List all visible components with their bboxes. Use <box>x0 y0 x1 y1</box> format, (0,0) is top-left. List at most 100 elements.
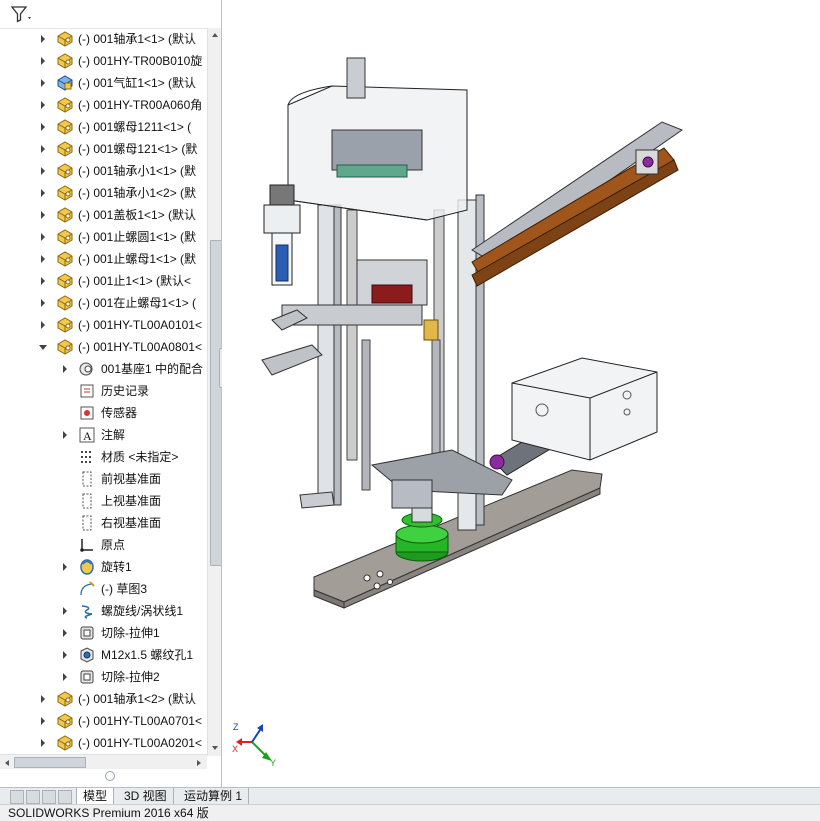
part-icon <box>56 96 74 114</box>
panel-grip-icon[interactable] <box>105 771 115 781</box>
tree-item-feature-6[interactable]: 前视基准面 <box>0 468 208 490</box>
part-icon <box>56 250 74 268</box>
tree-item-label: (-) 001HY-TL00A0101< <box>78 318 202 332</box>
expand-arrow-icon[interactable] <box>38 144 48 154</box>
prev-tab-icon[interactable] <box>26 790 40 804</box>
next-tab-icon[interactable] <box>42 790 56 804</box>
expand-arrow-icon[interactable] <box>38 298 48 308</box>
tree-item-component-2[interactable]: (-) 001HY-TR00B010旋 <box>0 50 208 72</box>
part-icon <box>56 140 74 158</box>
tree-item-component-8[interactable]: (-) 001轴承小1<2> (默 <box>0 182 208 204</box>
expand-arrow-icon[interactable] <box>38 78 48 88</box>
motor-box <box>511 357 658 461</box>
expand-arrow-icon[interactable] <box>38 210 48 220</box>
expand-arrow-icon[interactable] <box>60 562 70 572</box>
tree-item-label: (-) 001止螺圆1<1> (默 <box>78 230 197 244</box>
first-tab-icon[interactable] <box>10 790 24 804</box>
origin-icon <box>78 536 96 554</box>
tree-item-label: 上视基准面 <box>101 494 162 508</box>
scroll-right-arrow-icon[interactable] <box>194 757 204 767</box>
tree-item-component-5[interactable]: (-) 001螺母1211<1> ( <box>0 116 208 138</box>
tree-item-feature-13[interactable]: 切除-拉伸1 <box>0 622 208 644</box>
tree-item-feature-1[interactable]: 001基座1 中的配合 <box>0 358 208 380</box>
tree-item-feature-2[interactable]: 历史记录 <box>0 380 208 402</box>
expand-arrow-icon[interactable] <box>60 606 70 616</box>
status-text: SOLIDWORKS Premium 2016 x64 版 <box>8 806 209 820</box>
tree-item-feature-9[interactable]: 原点 <box>0 534 208 556</box>
tree-vertical-scrollbar[interactable] <box>207 28 221 756</box>
last-tab-icon[interactable] <box>58 790 72 804</box>
scroll-left-arrow-icon[interactable] <box>2 757 12 767</box>
collapse-arrow-icon[interactable] <box>38 342 48 352</box>
expand-arrow-icon[interactable] <box>60 364 70 374</box>
tree-item-component-after-1[interactable]: (-) 001轴承1<2> (默认 <box>0 688 208 710</box>
expand-arrow-icon[interactable] <box>38 56 48 66</box>
tree-item-label: 历史记录 <box>101 384 150 398</box>
tree-item-component-12[interactable]: (-) 001止1<1> (默认< <box>0 270 208 292</box>
tree-item-component-14[interactable]: (-) 001HY-TL00A0101< <box>0 314 208 336</box>
expand-arrow-icon[interactable] <box>38 716 48 726</box>
expand-arrow-icon[interactable] <box>60 430 70 440</box>
expand-arrow-icon[interactable] <box>38 122 48 132</box>
tree-item-label: (-) 001螺母121<1> (默 <box>78 142 198 156</box>
hole-icon <box>78 646 96 664</box>
tree-item-feature-12[interactable]: 螺旋线/涡状线1 <box>0 600 208 622</box>
tree-item-component-15[interactable]: (-) 001HY-TL00A0801< <box>0 336 208 358</box>
expand-arrow-icon[interactable] <box>38 100 48 110</box>
tree-item-component-6[interactable]: (-) 001螺母121<1> (默 <box>0 138 208 160</box>
scroll-down-arrow-icon[interactable] <box>209 741 221 755</box>
expand-arrow-icon[interactable] <box>38 276 48 286</box>
top-cover <box>287 57 468 221</box>
tree-item-component-10[interactable]: (-) 001止螺圆1<1> (默 <box>0 226 208 248</box>
tree-item-feature-10[interactable]: 旋转1 <box>0 556 208 578</box>
filter-bar <box>0 0 221 29</box>
scroll-up-arrow-icon[interactable] <box>209 28 221 42</box>
tree-item-feature-11[interactable]: (-) 草图3 <box>0 578 208 600</box>
expand-arrow-icon[interactable] <box>38 254 48 264</box>
tree-item-component-after-2[interactable]: (-) 001HY-TL00A0701< <box>0 710 208 732</box>
expand-arrow-icon[interactable] <box>38 188 48 198</box>
tree-item-feature-5[interactable]: 材质 <未指定> <box>0 446 208 468</box>
tree-item-feature-15[interactable]: 切除-拉伸2 <box>0 666 208 688</box>
tree-horizontal-scrollbar[interactable] <box>0 754 207 769</box>
tree-item-component-3[interactable]: (-) 001气缸1<1> (默认 <box>0 72 208 94</box>
expand-arrow-icon[interactable] <box>60 672 70 682</box>
expand-arrow-icon[interactable] <box>38 738 48 748</box>
triad-x-label: X <box>232 744 238 754</box>
part-icon <box>56 30 74 48</box>
tree-item-component-13[interactable]: (-) 001在止螺母1<1> ( <box>0 292 208 314</box>
graphics-viewport[interactable]: Z X Y <box>222 0 820 787</box>
tree-item-feature-8[interactable]: 右视基准面 <box>0 512 208 534</box>
expand-arrow-icon[interactable] <box>38 320 48 330</box>
tree-item-component-after-3[interactable]: (-) 001HY-TL00A0201< <box>0 732 208 754</box>
tree-item-label: (-) 001在止螺母1<1> ( <box>78 296 197 310</box>
expand-arrow-icon[interactable] <box>38 34 48 44</box>
subassembly-icon <box>56 74 74 92</box>
tree-item-feature-3[interactable]: 传感器 <box>0 402 208 424</box>
part-icon <box>56 228 74 246</box>
expand-arrow-icon[interactable] <box>60 628 70 638</box>
tree-item-feature-4[interactable]: A 注解 <box>0 424 208 446</box>
tree-item-feature-7[interactable]: 上视基准面 <box>0 490 208 512</box>
expand-arrow-icon[interactable] <box>38 232 48 242</box>
tab-3d-view[interactable]: 3D 视图 <box>118 788 174 804</box>
expand-arrow-icon[interactable] <box>60 650 70 660</box>
tree-item-component-11[interactable]: (-) 001止螺母1<1> (默 <box>0 248 208 270</box>
expand-arrow-icon[interactable] <box>38 166 48 176</box>
tree-item-label: (-) 001轴承小1<2> (默 <box>78 186 197 200</box>
hscroll-thumb[interactable] <box>14 757 86 768</box>
tree-item-component-4[interactable]: (-) 001HY-TR00A060角 <box>0 94 208 116</box>
scroll-thumb[interactable] <box>210 240 221 566</box>
tree-item-component-9[interactable]: (-) 001盖板1<1> (默认 <box>0 204 208 226</box>
expand-arrow-icon[interactable] <box>38 694 48 704</box>
bottom-tab-bar: 模型 3D 视图 运动算例 1 <box>0 787 820 805</box>
tab-model[interactable]: 模型 <box>76 788 115 804</box>
part-icon <box>56 712 74 730</box>
tree-item-label: 传感器 <box>101 406 138 420</box>
tree-item-component-7[interactable]: (-) 001轴承小1<1> (默 <box>0 160 208 182</box>
filter-icon[interactable] <box>10 4 34 24</box>
tree-item-feature-14[interactable]: M12x1.5 螺纹孔1 <box>0 644 208 666</box>
tree-item-component-1[interactable]: (-) 001轴承1<1> (默认 <box>0 28 208 50</box>
tab-motion-study[interactable]: 运动算例 1 <box>178 788 250 804</box>
tree-item-label: 旋转1 <box>101 560 132 574</box>
